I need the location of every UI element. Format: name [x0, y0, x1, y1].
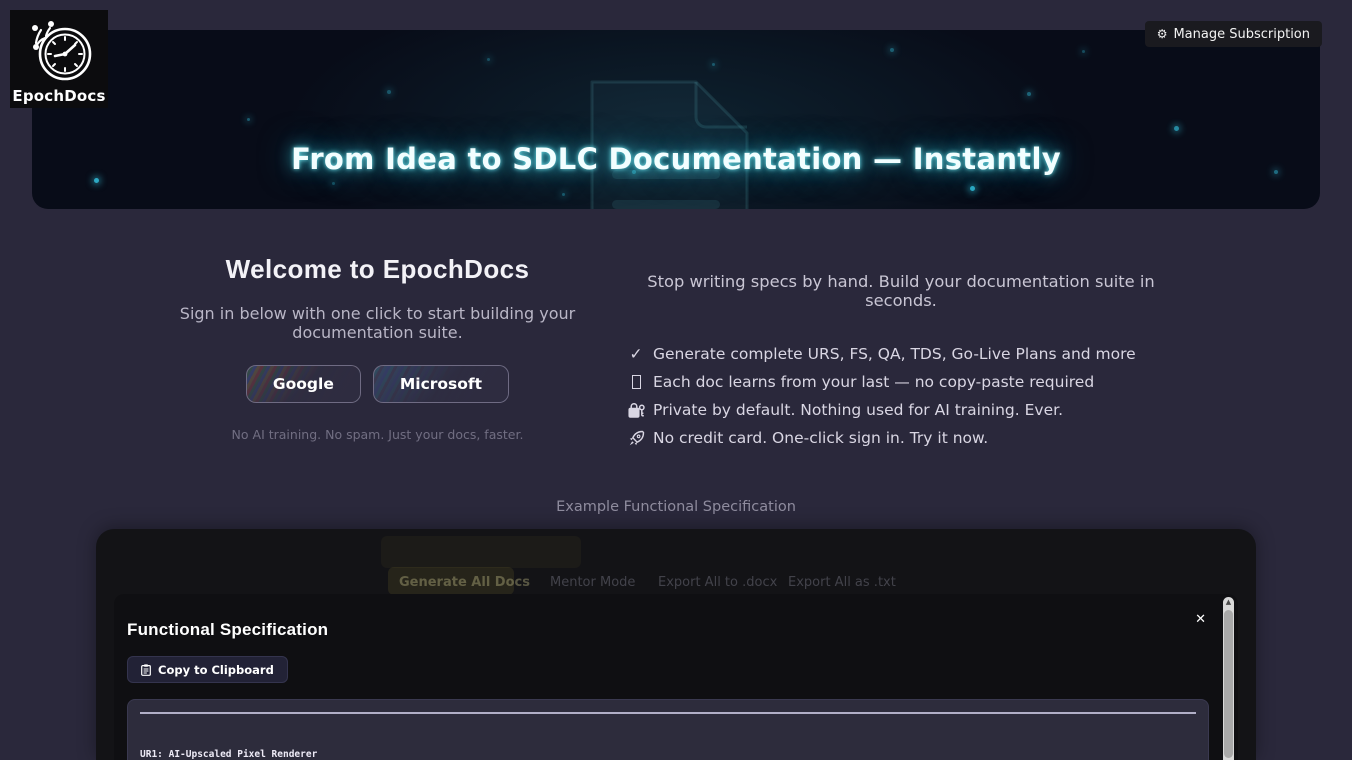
- welcome-subtitle: Sign in below with one click to start bu…: [179, 304, 576, 342]
- google-label: Google: [272, 375, 334, 393]
- spec-line: UR1: AI-Upscaled Pixel Renderer: [140, 749, 318, 760]
- feature-text: Generate complete URS, FS, QA, TDS, Go-L…: [653, 345, 1136, 363]
- welcome-section: Welcome to EpochDocs Sign in below with …: [150, 254, 605, 442]
- mentor-mode-button[interactable]: Mentor Mode: [550, 575, 635, 590]
- microsoft-label: Microsoft: [399, 375, 483, 393]
- feature-text: No credit card. One-click sign in. Try i…: [653, 429, 989, 447]
- spec-lines: UR1: AI-Upscaled Pixel Renderer FR1: AI-…: [140, 727, 1208, 760]
- check-icon: ✓: [629, 345, 643, 363]
- feature-item: Each doc learns from your last — no copy…: [627, 373, 1182, 391]
- dim-highlight: [381, 536, 581, 568]
- feature-item: Private by default. Nothing used for AI …: [627, 401, 1182, 419]
- particle: [94, 178, 99, 183]
- missing-glyph-icon: [627, 375, 645, 389]
- particle: [970, 186, 975, 191]
- scroll-up-icon[interactable]: ▲: [1223, 598, 1234, 606]
- rocket-icon: [627, 430, 645, 447]
- hero-title: From Idea to SDLC Documentation — Instan…: [291, 142, 1061, 176]
- manage-subscription-button[interactable]: ⚙ Manage Subscription: [1144, 21, 1322, 47]
- export-txt-button[interactable]: Export All as .txt: [788, 575, 896, 590]
- brand-name: EpochDocs: [12, 87, 106, 105]
- feature-item: ✓ Generate complete URS, FS, QA, TDS, Go…: [627, 345, 1182, 363]
- particle: [1174, 126, 1179, 131]
- example-app-panel: Generate All Docs Mentor Mode Export All…: [96, 529, 1256, 760]
- google-sign-in-button[interactable]: Google: [245, 365, 361, 403]
- epoch-clock-icon: [32, 21, 92, 81]
- scrollbar-thumb[interactable]: [1224, 610, 1233, 758]
- particle: [1082, 50, 1085, 53]
- particle: [890, 48, 894, 52]
- spec-document-preview: UR1: AI-Upscaled Pixel Renderer FR1: AI-…: [127, 699, 1209, 760]
- manage-subscription-label: Manage Subscription: [1173, 26, 1310, 42]
- particle: [1027, 92, 1031, 96]
- gear-icon: ⚙: [1156, 27, 1168, 41]
- export-docx-button[interactable]: Export All to .docx: [658, 575, 777, 590]
- copy-button-label: Copy to Clipboard: [158, 662, 274, 677]
- welcome-title: Welcome to EpochDocs: [225, 254, 530, 284]
- feature-item: No credit card. One-click sign in. Try i…: [627, 429, 1182, 447]
- feature-list: ✓ Generate complete URS, FS, QA, TDS, Go…: [620, 345, 1182, 447]
- particle: [247, 118, 250, 121]
- modal-title: Functional Specification: [127, 620, 329, 639]
- microsoft-sign-in-button[interactable]: Microsoft: [372, 365, 510, 403]
- feature-text: Each doc learns from your last — no copy…: [653, 373, 1095, 391]
- particle: [332, 182, 335, 185]
- logo: EpochDocs: [10, 10, 108, 108]
- example-caption: Example Functional Specification: [556, 499, 796, 515]
- clipboard-icon: [141, 663, 151, 676]
- functional-spec-modal: ✕ Functional Specification Copy to Clipb…: [114, 594, 1238, 760]
- lock-key-icon: [627, 402, 645, 419]
- pitch-section: Stop writing specs by hand. Build your d…: [620, 272, 1182, 457]
- modal-scrollbar[interactable]: ▲: [1223, 597, 1234, 760]
- document-rule: [140, 712, 1196, 714]
- copy-to-clipboard-button[interactable]: Copy to Clipboard: [127, 656, 288, 683]
- generate-all-docs-button[interactable]: Generate All Docs: [399, 575, 530, 590]
- sign-in-buttons: Google Microsoft: [150, 365, 605, 403]
- hero-banner: From Idea to SDLC Documentation — Instan…: [32, 30, 1320, 209]
- particle: [487, 58, 490, 61]
- close-icon[interactable]: ✕: [1193, 611, 1208, 628]
- feature-text: Private by default. Nothing used for AI …: [653, 401, 1063, 419]
- pitch-lead: Stop writing specs by hand. Build your d…: [647, 272, 1155, 310]
- document-watermark-icon: [590, 80, 749, 209]
- page: From Idea to SDLC Documentation — Instan…: [0, 0, 1352, 760]
- particle: [387, 90, 391, 94]
- fine-print: No AI training. No spam. Just your docs,…: [231, 427, 524, 442]
